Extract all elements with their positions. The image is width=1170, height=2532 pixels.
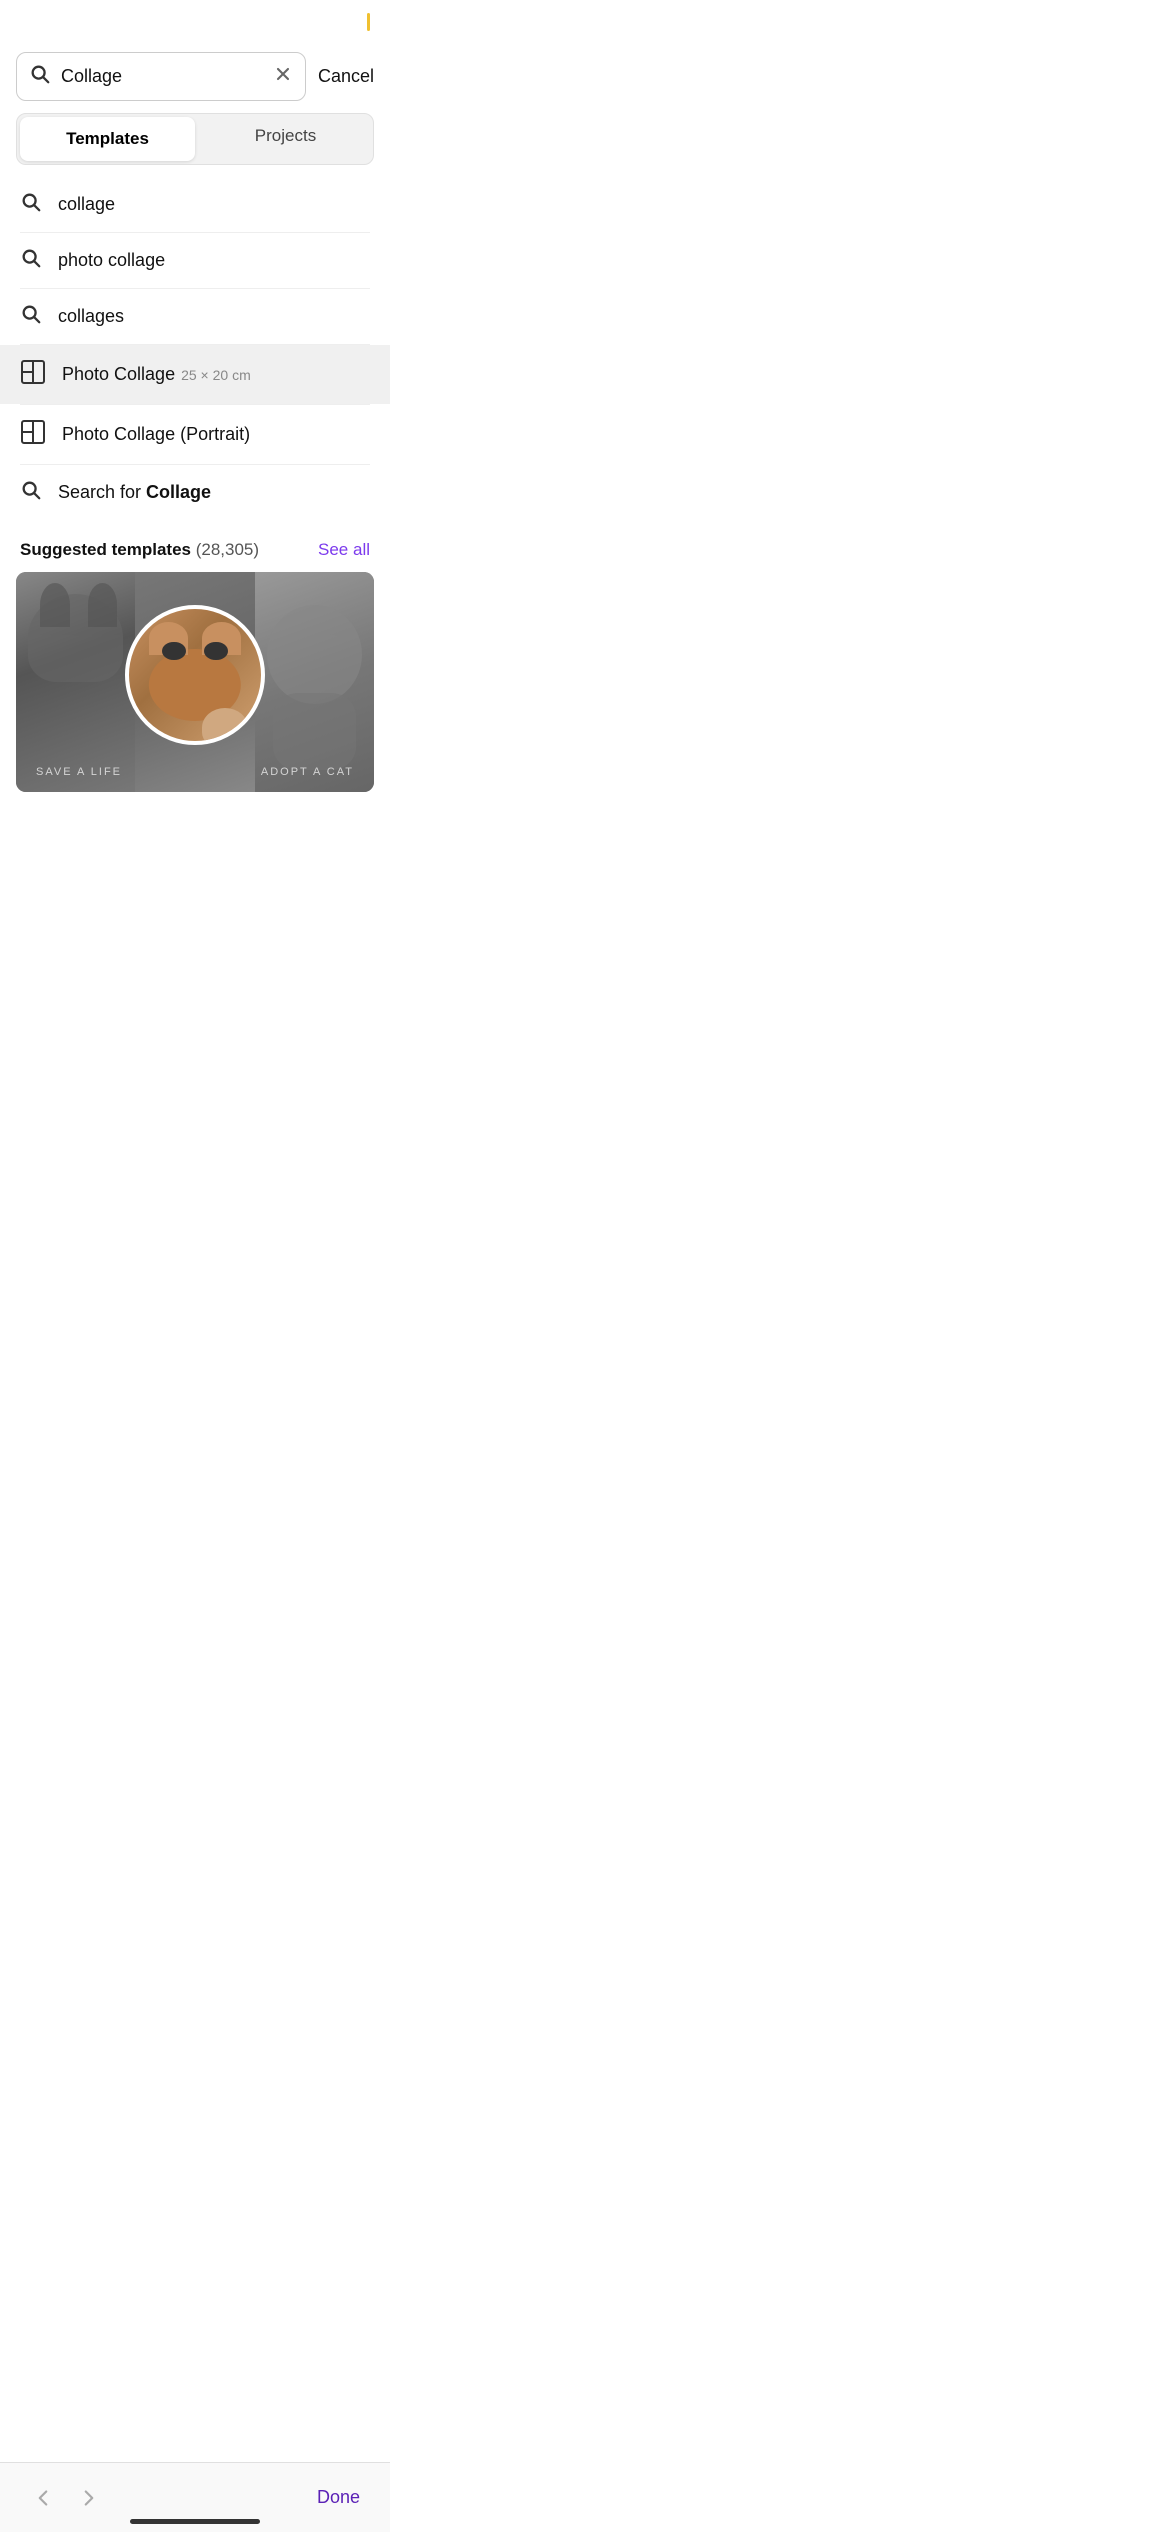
collage-text-right: ADOPT A CAT xyxy=(261,766,354,778)
search-box[interactable]: Collage xyxy=(16,52,306,101)
search-icon xyxy=(20,303,42,330)
suggestion-item-collages[interactable]: collages xyxy=(0,289,390,344)
tab-templates[interactable]: Templates xyxy=(20,117,195,161)
template-card[interactable]: SAVE A LIFE ADOPT A CAT xyxy=(16,572,374,792)
status-bar xyxy=(0,0,390,44)
search-bar-row: Collage Cancel xyxy=(0,44,390,113)
forward-arrow-button[interactable] xyxy=(76,2485,102,2511)
suggestion-item-photo-collage[interactable]: photo collage xyxy=(0,233,390,288)
status-indicator xyxy=(367,13,370,31)
search-icon xyxy=(29,63,51,90)
suggestion-item-photo-collage-template[interactable]: Photo Collage25 × 20 cm xyxy=(0,345,390,404)
suggestion-text-photo-collage-template: Photo Collage25 × 20 cm xyxy=(62,364,251,385)
suggestion-text-search-for-collage: Search for Collage xyxy=(58,482,211,503)
suggestion-text-photo-collage: photo collage xyxy=(58,250,165,271)
suggestion-subtext: 25 × 20 cm xyxy=(181,367,251,383)
suggestion-text-collages: collages xyxy=(58,306,124,327)
suggestion-text-collage: collage xyxy=(58,194,115,215)
collage-text-left: SAVE A LIFE xyxy=(36,766,122,778)
suggested-templates-header: Suggested templates (28,305) See all xyxy=(0,520,390,572)
tabs-row: Templates Projects xyxy=(16,113,374,165)
suggestion-item-photo-collage-portrait[interactable]: Photo Collage (Portrait) xyxy=(0,405,390,464)
back-arrow-button[interactable] xyxy=(30,2485,56,2511)
cancel-button[interactable]: Cancel xyxy=(318,62,374,91)
home-indicator xyxy=(130,2519,260,2524)
done-button[interactable]: Done xyxy=(317,2487,360,2508)
suggestion-text-photo-collage-portrait: Photo Collage (Portrait) xyxy=(62,424,250,445)
section-count: (28,305) xyxy=(196,540,259,559)
template-collage-image: SAVE A LIFE ADOPT A CAT xyxy=(16,572,374,792)
suggestion-item-search-for-collage[interactable]: Search for Collage xyxy=(0,465,390,520)
bottom-nav-arrows xyxy=(30,2485,102,2511)
collage-text-overlay: SAVE A LIFE ADOPT A CAT xyxy=(16,752,374,792)
search-input-value[interactable]: Collage xyxy=(61,66,263,87)
suggestion-item-collage[interactable]: collage xyxy=(0,177,390,232)
clear-icon[interactable] xyxy=(273,64,293,89)
collage-grid-icon xyxy=(20,419,46,450)
search-icon xyxy=(20,247,42,274)
collage-grid-icon xyxy=(20,359,46,390)
section-title: Suggested templates (28,305) xyxy=(20,540,259,560)
tab-projects[interactable]: Projects xyxy=(198,114,373,164)
suggestion-list: collage photo collage collages xyxy=(0,177,390,520)
bottom-bar: Done xyxy=(0,2462,390,2532)
search-icon xyxy=(20,479,42,506)
see-all-button[interactable]: See all xyxy=(318,540,370,560)
search-icon xyxy=(20,191,42,218)
